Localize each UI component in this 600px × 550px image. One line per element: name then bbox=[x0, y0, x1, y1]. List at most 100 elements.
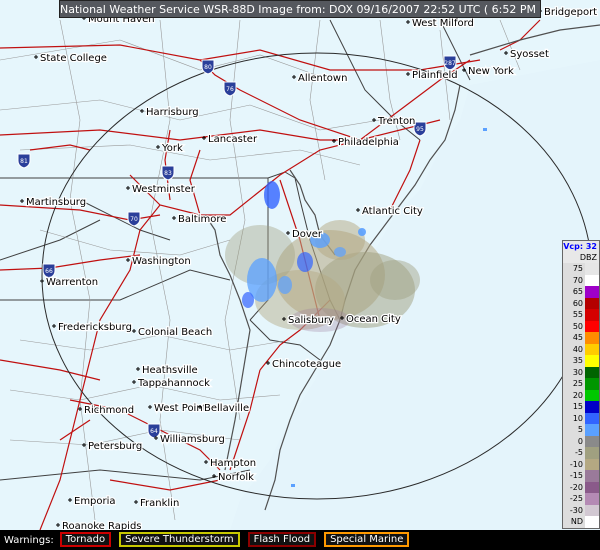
legend-level-label: 25 bbox=[563, 378, 585, 390]
place-marker: Philadelphia bbox=[332, 136, 400, 149]
legend-level-swatch bbox=[585, 458, 599, 470]
warnings-label: Warnings: bbox=[4, 534, 54, 546]
legend-level: 60 bbox=[563, 297, 599, 309]
place-label: Colonial Beach bbox=[138, 327, 212, 338]
place-label: Baltimore bbox=[178, 214, 226, 225]
place-label: Harrisburg bbox=[146, 107, 199, 118]
place-label: Philadelphia bbox=[338, 137, 399, 148]
legend-level-label: 10 bbox=[563, 412, 585, 424]
interstate-shield-icon: 64 bbox=[147, 423, 161, 439]
warning-toggle-tornado[interactable]: Tornado bbox=[59, 532, 112, 547]
place-label: Bridgeport bbox=[544, 7, 597, 18]
place-marker: Hampton bbox=[204, 457, 257, 470]
place-marker: Washington bbox=[126, 255, 192, 268]
legend-level-swatch bbox=[585, 435, 599, 447]
echo-speck bbox=[483, 128, 487, 131]
place-marker: Martinsburg bbox=[20, 196, 87, 209]
shield-number: 81 bbox=[20, 158, 28, 165]
legend-level-label: 55 bbox=[563, 309, 585, 321]
legend-level-label: -15 bbox=[563, 470, 585, 482]
place-marker: Salisbury bbox=[282, 314, 335, 327]
legend-level-label: 0 bbox=[563, 435, 585, 447]
place-label: Dover bbox=[292, 229, 323, 240]
place-label: Norfolk bbox=[218, 472, 254, 483]
interstate-shield-icon: 80 bbox=[201, 59, 215, 75]
place-label: Ocean City bbox=[346, 314, 401, 325]
radar-title-bar: National Weather Service WSR-88D Image f… bbox=[59, 0, 541, 18]
place-label: Williamsburg bbox=[160, 434, 225, 445]
legend-level: 65 bbox=[563, 286, 599, 298]
legend-level: -15 bbox=[563, 470, 599, 482]
place-label: New York bbox=[468, 66, 514, 77]
place-marker: Chincoteague bbox=[266, 358, 342, 371]
legend-level-swatch bbox=[585, 447, 599, 459]
legend-level-swatch bbox=[585, 401, 599, 413]
legend-level-swatch bbox=[585, 309, 599, 321]
legend-level: 55 bbox=[563, 309, 599, 321]
radar-viewer: 80 76 83 95 70 66 64 81 287 Mount Haven West Milf… bbox=[0, 0, 600, 550]
legend-level-swatch bbox=[585, 343, 599, 355]
legend-level-swatch bbox=[585, 378, 599, 390]
legend-level: 75 bbox=[563, 263, 599, 275]
legend-level-label: 65 bbox=[563, 286, 585, 298]
shield-number: 64 bbox=[150, 428, 158, 435]
place-marker: Williamsburg bbox=[154, 433, 226, 446]
place-marker: Fredericksburg bbox=[52, 321, 133, 334]
legend-level: -30 bbox=[563, 504, 599, 516]
place-marker: Heathsville bbox=[136, 364, 199, 377]
place-marker: Lancaster bbox=[202, 133, 259, 146]
legend-level-label: 40 bbox=[563, 343, 585, 355]
legend-level-label: 35 bbox=[563, 355, 585, 367]
legend-level: -20 bbox=[563, 481, 599, 493]
legend-level: 35 bbox=[563, 355, 599, 367]
legend-level: 20 bbox=[563, 389, 599, 401]
legend-level: 70 bbox=[563, 274, 599, 286]
legend-level: -10 bbox=[563, 458, 599, 470]
warning-toggle-special-marine[interactable]: Special Marine bbox=[324, 532, 410, 547]
legend-level-label: ND bbox=[563, 516, 585, 528]
interstate-shield-icon: 287 bbox=[443, 55, 457, 71]
legend-level-swatch bbox=[585, 516, 599, 528]
place-label: Petersburg bbox=[88, 441, 142, 452]
legend-level-swatch bbox=[585, 332, 599, 344]
legend-level-label: 50 bbox=[563, 320, 585, 332]
place-marker: State College bbox=[34, 52, 108, 65]
place-marker: Dover bbox=[286, 228, 324, 241]
legend-level: 45 bbox=[563, 332, 599, 344]
interstate-shield-icon: 70 bbox=[127, 211, 141, 227]
shield-number: 76 bbox=[226, 86, 234, 93]
place-label: Heathsville bbox=[142, 365, 198, 376]
legend-level: -5 bbox=[563, 447, 599, 459]
legend-level: 30 bbox=[563, 366, 599, 378]
legend-level-label: -30 bbox=[563, 504, 585, 516]
shield-number: 70 bbox=[130, 216, 138, 223]
legend-level-label: 60 bbox=[563, 297, 585, 309]
place-marker: Franklin bbox=[134, 497, 181, 510]
legend-level: 15 bbox=[563, 401, 599, 413]
legend-level-label: -25 bbox=[563, 493, 585, 505]
legend-level-swatch bbox=[585, 493, 599, 505]
place-marker: Richmond bbox=[78, 404, 135, 417]
warning-toggle-severe-thunderstorm[interactable]: Severe Thunderstorm bbox=[119, 532, 240, 547]
shield-number: 66 bbox=[45, 268, 53, 275]
place-marker: Syosset bbox=[504, 48, 550, 61]
legend-level: 10 bbox=[563, 412, 599, 424]
place-marker: Atlantic City bbox=[356, 205, 424, 218]
warning-toggle-flash-flood[interactable]: Flash Flood bbox=[247, 532, 317, 547]
legend-level-label: 15 bbox=[563, 401, 585, 413]
interstate-shield-icon: 66 bbox=[42, 263, 56, 279]
reflectivity-legend: Vcp: 32 DBZ 75 70 65 60 55 50 45 40 35 30 25 20 15 10… bbox=[562, 240, 600, 529]
legend-level-swatch bbox=[585, 504, 599, 516]
place-label: Roanoke Rapids bbox=[62, 521, 142, 530]
legend-level-swatch bbox=[585, 389, 599, 401]
place-label: Hampton bbox=[210, 458, 256, 469]
place-marker: Plainfield bbox=[406, 69, 459, 82]
legend-level-label: 20 bbox=[563, 389, 585, 401]
legend-level-swatch bbox=[585, 274, 599, 286]
place-marker: New York bbox=[462, 65, 515, 78]
legend-level: 50 bbox=[563, 320, 599, 332]
place-label: Fredericksburg bbox=[58, 322, 132, 333]
legend-level-label: 70 bbox=[563, 274, 585, 286]
place-label: Richmond bbox=[84, 405, 134, 416]
place-marker: West Point bbox=[148, 402, 208, 415]
